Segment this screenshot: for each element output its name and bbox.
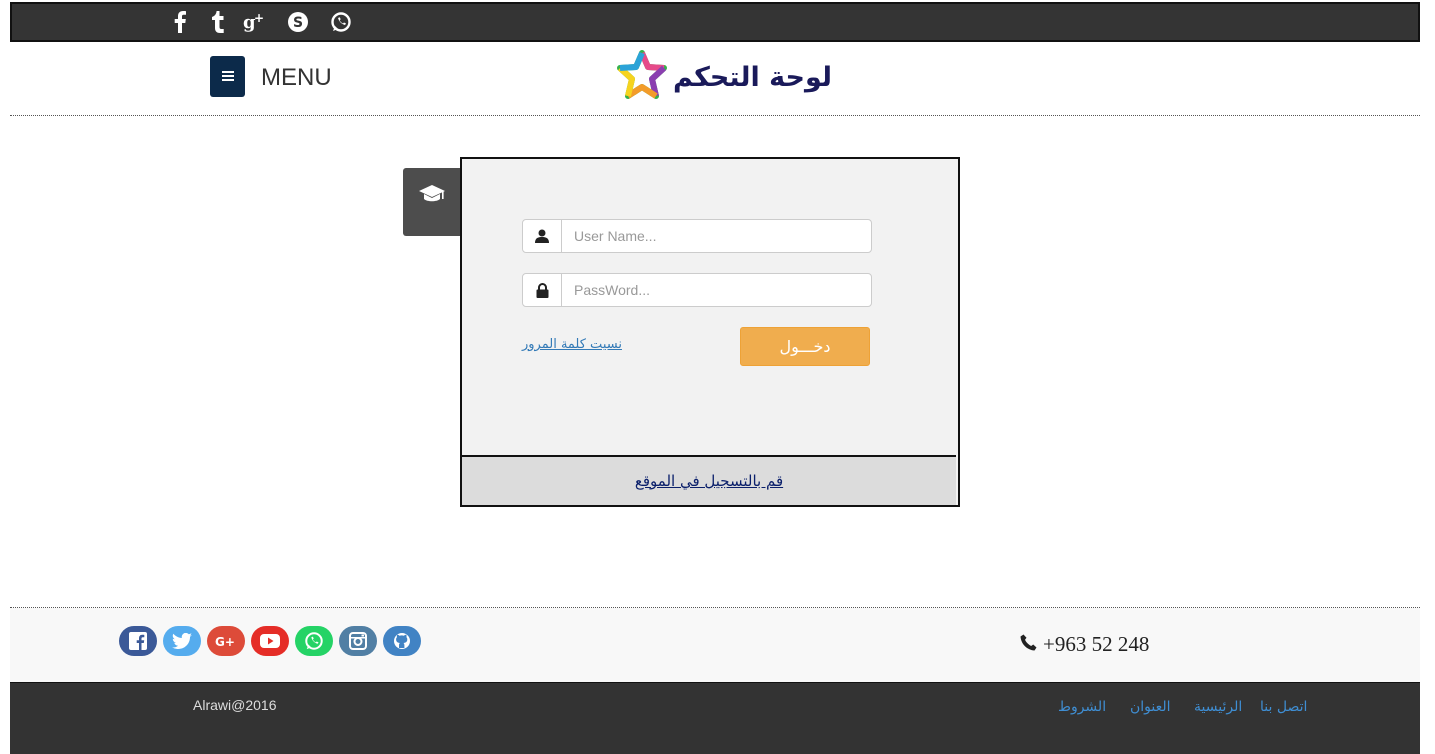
hamburger-icon — [221, 68, 234, 86]
menu-button[interactable] — [210, 56, 245, 97]
whatsapp-icon[interactable] — [295, 626, 333, 656]
graduation-cap-icon — [418, 184, 446, 209]
forgot-password-link[interactable]: نسيت كلمة المرور — [522, 337, 622, 352]
menu-label[interactable]: MENU — [261, 64, 332, 92]
login-tab — [403, 168, 461, 236]
twitter-icon[interactable] — [163, 626, 201, 656]
password-input[interactable] — [562, 274, 871, 306]
skype-icon[interactable]: S — [287, 10, 309, 34]
login-button[interactable]: دخـــول — [740, 327, 870, 366]
logo-text: لوحة التحكم — [673, 62, 833, 93]
svg-text:S: S — [293, 15, 303, 31]
tumblr-icon[interactable] — [208, 10, 228, 34]
google-plus-icon[interactable]: G+ — [207, 626, 245, 656]
footer-link-address[interactable]: العنوان — [1130, 699, 1171, 715]
username-input[interactable] — [562, 220, 871, 252]
header-divider — [10, 115, 1420, 116]
google-plus-icon[interactable]: g + — [242, 10, 268, 34]
phone-contact: +963 52 248 — [1020, 632, 1149, 657]
copyright-text: Alrawi@2016 — [193, 697, 277, 713]
footer-bottom: Alrawi@2016 اتصل بنا الرئيسية العنوان ال… — [10, 682, 1420, 754]
youtube-icon[interactable] — [251, 626, 289, 656]
facebook-icon[interactable] — [170, 10, 190, 34]
register-bar: قم بالتسجيل في الموقع — [462, 455, 956, 505]
whatsapp-icon[interactable] — [330, 10, 352, 34]
github-icon[interactable] — [383, 626, 421, 656]
facebook-icon[interactable] — [119, 626, 157, 656]
footer-link-terms[interactable]: الشروط — [1058, 699, 1106, 715]
footer-link-home[interactable]: الرئيسية — [1194, 699, 1242, 715]
site-logo[interactable]: لوحة التحكم — [615, 50, 832, 102]
login-panel: دخـــول نسيت كلمة المرور قم بالتسجيل في … — [460, 157, 960, 507]
svg-text:G+: G+ — [215, 635, 235, 648]
star-logo-icon — [617, 50, 667, 99]
password-field — [522, 273, 872, 307]
top-social-bar: g + S — [10, 2, 1420, 42]
phone-icon — [1020, 632, 1037, 657]
lock-icon — [523, 274, 562, 306]
instagram-icon[interactable] — [339, 626, 377, 656]
register-link[interactable]: قم بالتسجيل في الموقع — [635, 472, 783, 490]
username-field — [522, 219, 872, 253]
user-icon — [523, 220, 562, 252]
phone-number: +963 52 248 — [1043, 632, 1150, 656]
footer-link-contact[interactable]: اتصل بنا — [1260, 699, 1307, 715]
svg-text:+: + — [254, 11, 264, 25]
